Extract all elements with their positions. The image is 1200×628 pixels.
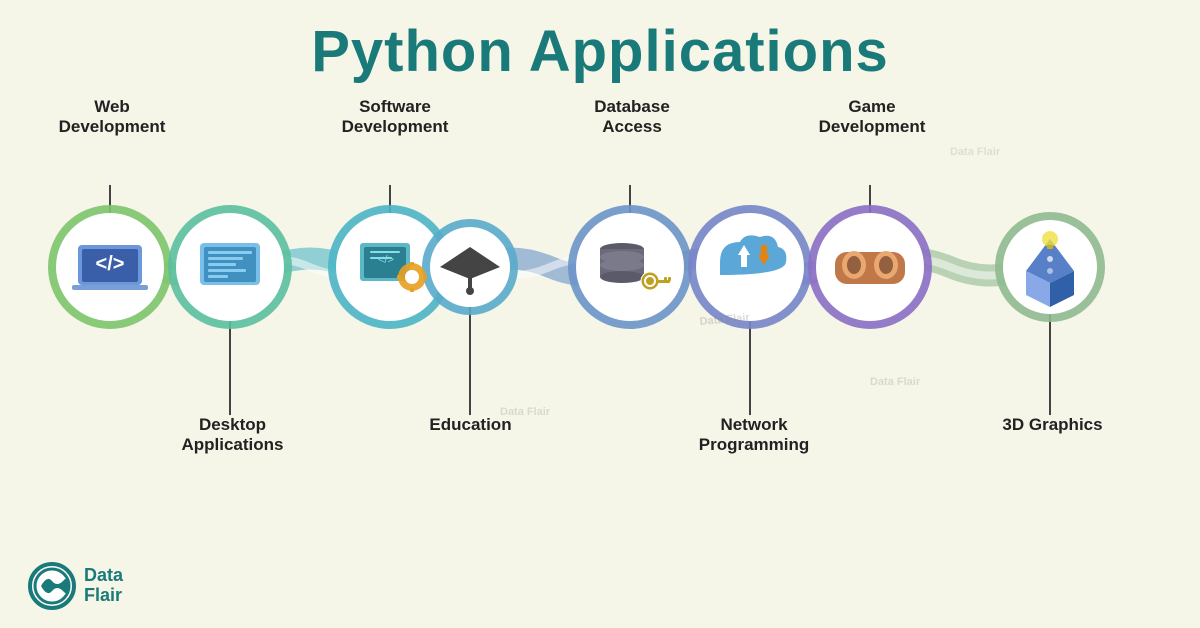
svg-text:Data Flair: Data Flair	[870, 376, 921, 388]
chain-svg: </> </>	[0, 95, 1200, 575]
brand-logo-circle	[28, 562, 76, 610]
svg-text:Data Flair: Data Flair	[950, 146, 1001, 158]
label-network-programming: NetworkProgramming	[680, 415, 828, 456]
brand-logo: DataFlair	[28, 562, 123, 610]
main-content: </> </>	[0, 95, 1200, 575]
label-desktop-applications: DesktopApplications	[160, 415, 305, 456]
label-database-access: DatabaseAccess	[568, 97, 696, 138]
label-3d-graphics: 3D Graphics	[990, 415, 1115, 435]
label-game-development: GameDevelopment	[808, 97, 936, 138]
label-software-development: SoftwareDevelopment	[330, 97, 460, 138]
brand-logo-text: DataFlair	[84, 566, 123, 606]
svg-text:</>: </>	[378, 254, 394, 266]
label-education: Education	[408, 415, 533, 435]
page-title: Python Applications	[0, 0, 1200, 95]
svg-text:</>: </>	[96, 253, 125, 275]
label-web-development: WebDevelopment	[52, 97, 172, 138]
